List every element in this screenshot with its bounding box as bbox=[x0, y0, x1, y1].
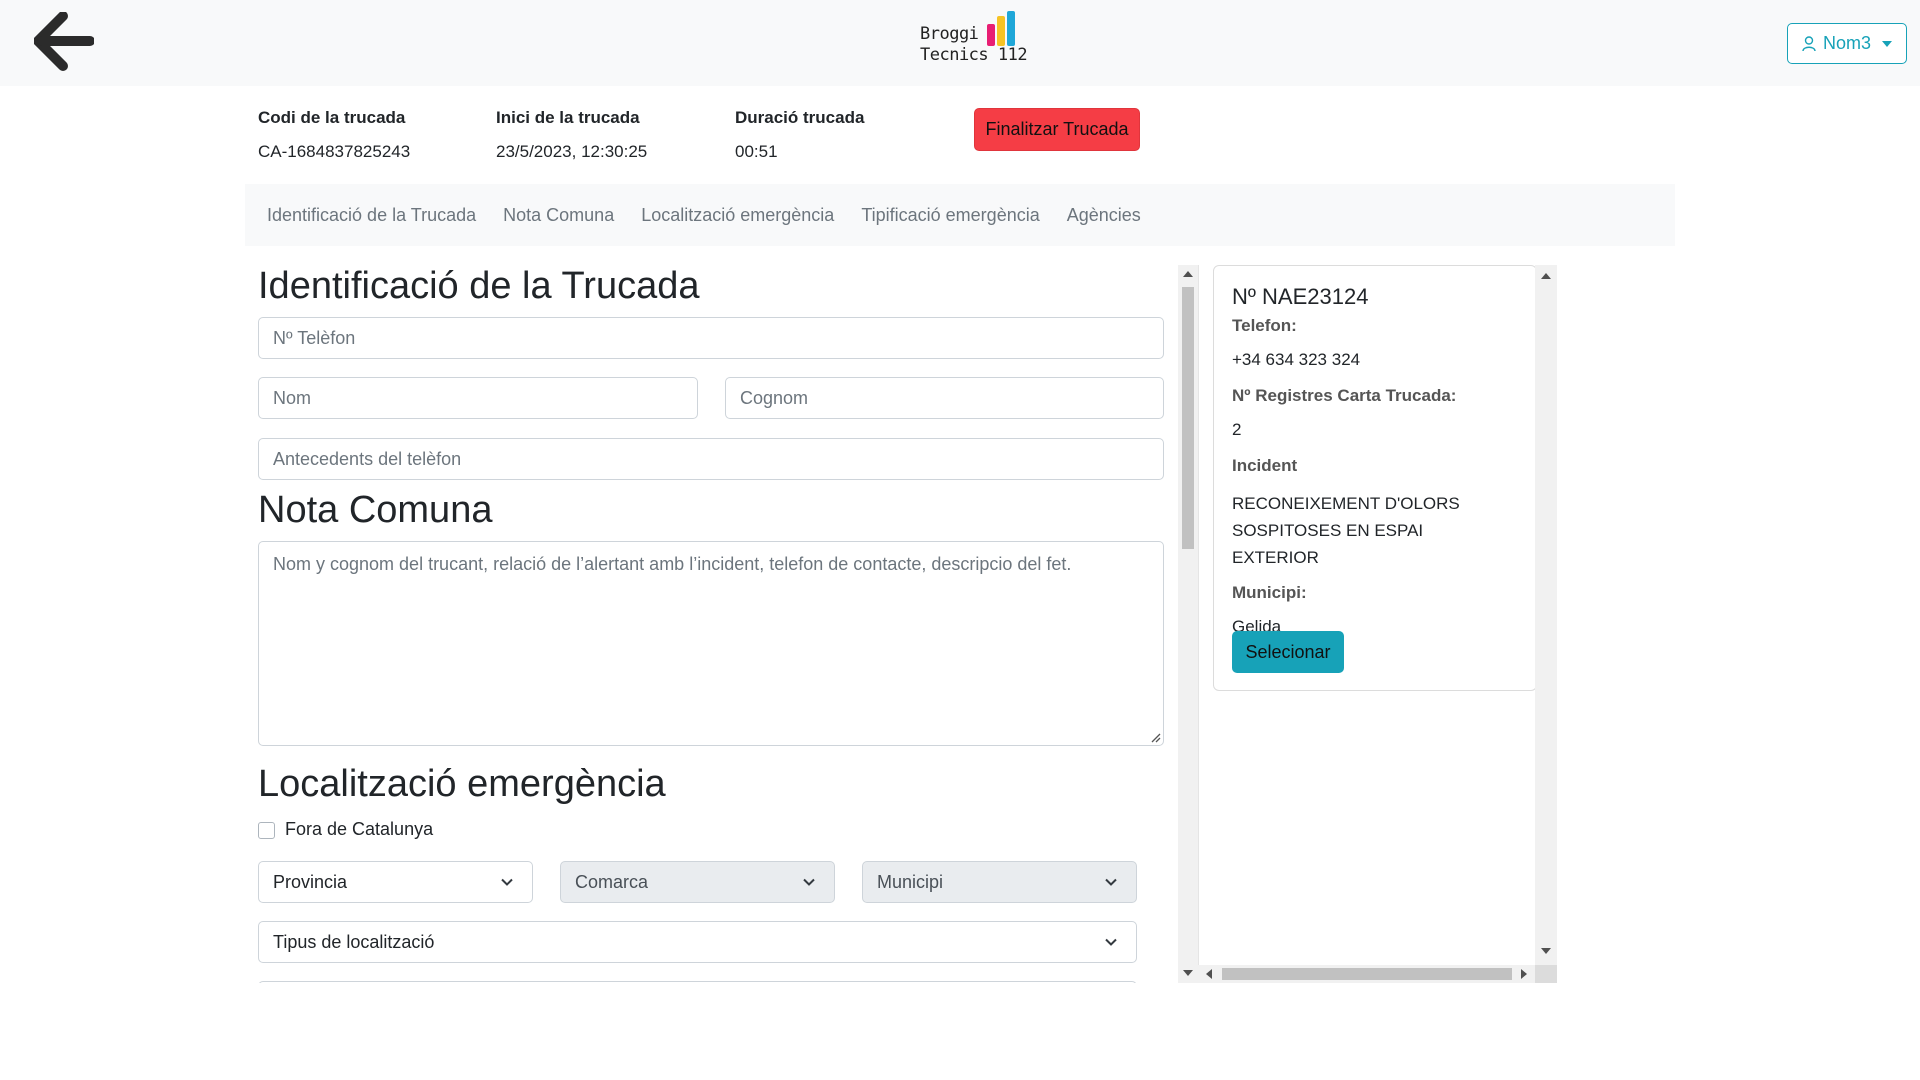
user-menu-button[interactable]: Nom3 bbox=[1787, 23, 1907, 64]
identification-title: Identificació de la Trucada bbox=[258, 265, 700, 307]
panel-vertical-scrollbar[interactable] bbox=[1535, 265, 1557, 965]
province-value: Provincia bbox=[273, 871, 348, 892]
note-placeholder: Nom y cognom del trucant, relació de l’a… bbox=[273, 554, 1072, 574]
call-start-label: Inici de la trucada bbox=[496, 108, 640, 127]
section-nav: Identificació de la Trucada Nota Comuna … bbox=[245, 184, 1675, 246]
comarca-value: Comarca bbox=[575, 871, 649, 892]
call-duration-label: Duració trucada bbox=[735, 108, 865, 127]
bar-chart-logo-icon bbox=[987, 11, 1015, 46]
chevron-down-icon bbox=[1105, 938, 1117, 946]
municipi-select[interactable]: Municipi bbox=[862, 861, 1137, 903]
end-call-button[interactable]: Finalitzar Trucada bbox=[974, 108, 1140, 151]
chevron-down-icon bbox=[501, 878, 513, 886]
record-card: Nº NAE23124 Telefon: +34 634 323 324 Nº … bbox=[1213, 265, 1537, 691]
scrollbar-corner bbox=[1535, 965, 1557, 983]
province-select[interactable]: Provincia bbox=[258, 861, 533, 903]
call-start: Inici de la trucada 23/5/2023, 12:30:25 bbox=[496, 108, 647, 162]
phone-history-input[interactable]: Antecedents del telèfon bbox=[258, 438, 1164, 480]
outside-catalonia-label: Fora de Catalunya bbox=[285, 819, 434, 839]
panel-horizontal-scrollbar[interactable] bbox=[1198, 965, 1535, 983]
form-scroll-area[interactable]: Identificació de la Trucada Nº Telèfon N… bbox=[245, 265, 1198, 983]
nav-location[interactable]: Localització emergència bbox=[641, 205, 834, 226]
municipi-value: Municipi bbox=[877, 871, 944, 892]
select-record-button[interactable]: Selecionar bbox=[1232, 631, 1344, 673]
record-count-value: 2 bbox=[1232, 420, 1242, 439]
nav-typification[interactable]: Tipificació emergència bbox=[861, 205, 1039, 226]
phone-input[interactable]: Nº Telèfon bbox=[258, 317, 1164, 359]
record-number: Nº NAE23124 bbox=[1232, 284, 1369, 309]
records-panel: Nº NAE23124 Telefon: +34 634 323 324 Nº … bbox=[1198, 265, 1557, 983]
scroll-up-icon[interactable] bbox=[1183, 271, 1193, 277]
chevron-down-icon bbox=[1105, 878, 1117, 886]
record-incident-value: RECONEIXEMENT D'OLORS SOSPITOSES EN ESPA… bbox=[1232, 494, 1460, 567]
outside-catalonia-checkbox[interactable] bbox=[258, 822, 275, 839]
scroll-up-icon[interactable] bbox=[1541, 273, 1551, 279]
nav-identification[interactable]: Identificació de la Trucada bbox=[267, 205, 476, 226]
note-textarea[interactable]: Nom y cognom del trucant, relació de l’a… bbox=[258, 541, 1164, 746]
scrollbar-thumb[interactable] bbox=[1182, 287, 1194, 549]
location-type-value: Tipus de localització bbox=[273, 931, 435, 952]
scroll-down-icon[interactable] bbox=[1541, 948, 1551, 954]
top-bar: Broggi Tecnics 112 Nom3 bbox=[0, 0, 1920, 86]
location-title: Localització emergència bbox=[258, 763, 666, 805]
scrollbar-thumb[interactable] bbox=[1222, 968, 1512, 980]
note-title: Nota Comuna bbox=[258, 489, 493, 531]
scroll-down-icon[interactable] bbox=[1183, 970, 1193, 976]
call-start-value: 23/5/2023, 12:30:25 bbox=[496, 142, 648, 161]
next-field[interactable] bbox=[258, 981, 1137, 983]
scroll-left-icon[interactable] bbox=[1206, 969, 1212, 979]
record-phone-label: Telefon: bbox=[1232, 316, 1297, 335]
chevron-down-icon bbox=[803, 878, 815, 886]
back-arrow-icon[interactable] bbox=[33, 11, 95, 74]
call-duration-value: 00:51 bbox=[735, 142, 778, 161]
nav-agencies[interactable]: Agències bbox=[1067, 205, 1141, 226]
chevron-down-icon bbox=[1882, 40, 1892, 47]
form-vertical-scrollbar[interactable] bbox=[1178, 265, 1198, 983]
user-name: Nom3 bbox=[1822, 33, 1871, 53]
record-incident-label: Incident bbox=[1232, 456, 1298, 475]
record-count-label: Nº Registres Carta Trucada: bbox=[1232, 386, 1457, 405]
record-municipi-label: Municipi: bbox=[1232, 583, 1307, 602]
call-code-value: CA-1684837825243 bbox=[258, 142, 411, 161]
location-type-select[interactable]: Tipus de localització bbox=[258, 921, 1137, 963]
user-icon bbox=[1802, 35, 1816, 51]
call-duration: Duració trucada 00:51 bbox=[735, 108, 864, 162]
nav-note[interactable]: Nota Comuna bbox=[503, 205, 614, 226]
call-code-label: Codi de la trucada bbox=[258, 108, 406, 127]
surname-input[interactable]: Cognom bbox=[725, 377, 1164, 419]
scroll-right-icon[interactable] bbox=[1521, 969, 1527, 979]
call-code: Codi de la trucada CA-1684837825243 bbox=[258, 108, 410, 162]
record-phone-value: +34 634 323 324 bbox=[1232, 350, 1361, 369]
name-input[interactable]: Nom bbox=[258, 377, 698, 419]
logo: Broggi Tecnics 112 bbox=[918, 8, 1028, 70]
comarca-select[interactable]: Comarca bbox=[560, 861, 835, 903]
resize-grip-icon[interactable] bbox=[1149, 731, 1161, 743]
